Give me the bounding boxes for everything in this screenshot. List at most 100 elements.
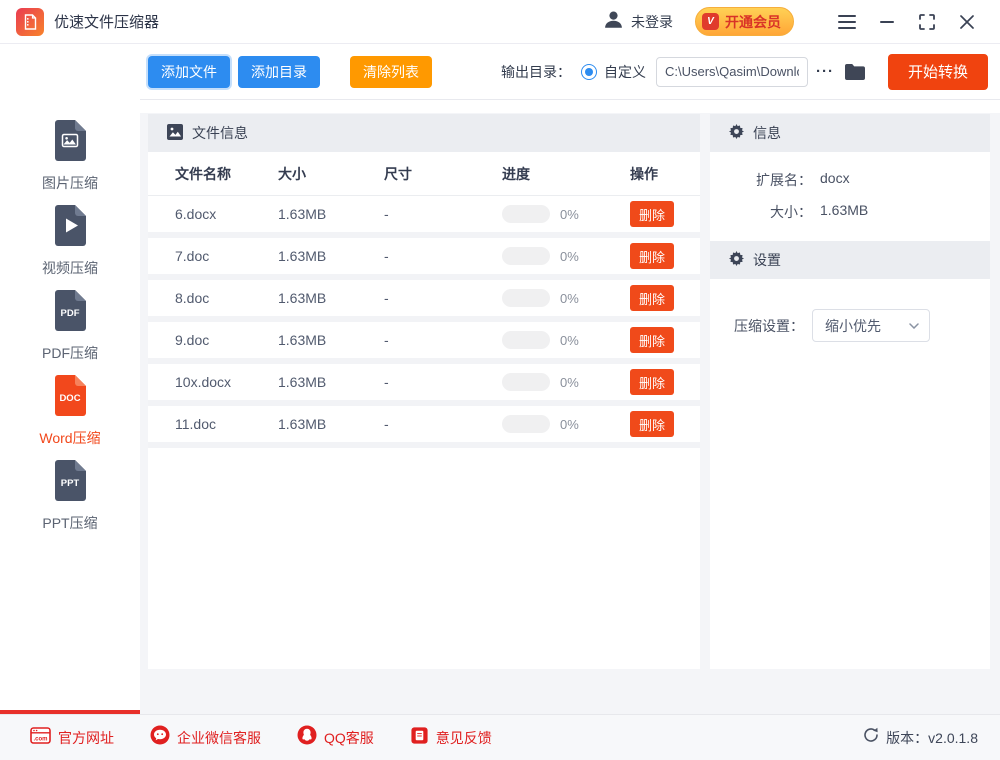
window-controls	[820, 9, 980, 35]
svg-text:DOC: DOC	[59, 393, 80, 404]
progress-bar	[502, 331, 550, 349]
svg-text:PPT: PPT	[61, 478, 80, 489]
delete-button[interactable]: 删除	[630, 201, 674, 227]
info-panel-header: 信息	[710, 114, 990, 152]
footer: .com 官方网址 企业微信客服 QQ客服 意见反馈 版本：v2.0.1.8	[0, 714, 1000, 760]
footer-link-official-site[interactable]: .com 官方网址	[30, 726, 114, 750]
info-body: 扩展名： docx 大小： 1.63MB	[710, 152, 990, 241]
file-dims: -	[384, 206, 389, 222]
progress-percent: 0%	[560, 248, 579, 264]
user-icon	[603, 9, 624, 35]
table-row: 6.docx 1.63MB - 0% 删除	[148, 196, 700, 238]
table-row: 10x.docx 1.63MB - 0% 删除	[148, 364, 700, 406]
file-info-panel: 文件信息 文件名称 大小 尺寸 进度 操作 6.docx 1.63MB - 0%…	[148, 114, 700, 669]
video-file-icon	[50, 203, 90, 252]
file-size: 1.63MB	[278, 206, 327, 222]
sidebar-item-ppt-compress[interactable]: PPT PPT压缩	[0, 458, 140, 543]
browse-more-button[interactable]: ···	[816, 63, 834, 80]
sidebar-item-label: PPT压缩	[42, 515, 98, 531]
delete-button[interactable]: 删除	[630, 411, 674, 437]
file-dims: -	[384, 248, 389, 264]
svg-text:PDF: PDF	[61, 308, 80, 319]
clear-list-button[interactable]: 清除列表	[350, 55, 432, 88]
sidebar-item-image-compress[interactable]: 图片压缩	[0, 118, 140, 203]
footer-link-wechat-service[interactable]: 企业微信客服	[150, 725, 261, 750]
footer-link-feedback[interactable]: 意见反馈	[410, 726, 492, 750]
file-info-panel-header: 文件信息	[148, 114, 700, 152]
sidebar-item-label: 图片压缩	[42, 175, 98, 191]
maximize-icon[interactable]	[914, 9, 940, 35]
progress-percent: 0%	[560, 416, 579, 432]
content-area: 文件信息 文件名称 大小 尺寸 进度 操作 6.docx 1.63MB - 0%…	[140, 101, 1000, 714]
col-action: 操作	[630, 165, 658, 182]
progress-percent: 0%	[560, 290, 579, 306]
file-dims: -	[384, 374, 389, 390]
info-field-value: 1.63MB	[820, 202, 869, 218]
app-logo-icon	[16, 7, 44, 36]
chevron-down-icon	[909, 322, 919, 329]
output-path-input[interactable]	[655, 56, 808, 87]
svg-text:.com: .com	[33, 736, 47, 742]
delete-button[interactable]: 删除	[630, 285, 674, 311]
version-label: 版本：v2.0.1.8	[886, 729, 978, 746]
compress-mode-select[interactable]: 缩小优先	[812, 309, 930, 342]
file-dims: -	[384, 416, 389, 432]
custom-radio[interactable]	[580, 63, 597, 80]
vip-icon: V	[702, 13, 719, 30]
sidebar-item-video-compress[interactable]: 视频压缩	[0, 203, 140, 288]
login-button[interactable]: 未登录	[603, 9, 673, 35]
footer-link-qq-service[interactable]: QQ客服	[297, 725, 374, 750]
col-dims: 尺寸	[384, 165, 412, 182]
file-name: 11.doc	[175, 416, 216, 432]
progress-bar	[502, 205, 550, 223]
table-column-header: 文件名称 大小 尺寸 进度 操作	[148, 152, 700, 196]
image-file-icon	[50, 118, 90, 167]
add-file-button[interactable]: 添加文件	[148, 55, 230, 88]
sidebar-item-word-compress[interactable]: DOC Word压缩	[0, 373, 140, 458]
minimize-icon[interactable]	[874, 9, 900, 35]
sidebar-item-pdf-compress[interactable]: PDF PDF压缩	[0, 288, 140, 373]
info-settings-panel: 信息 扩展名： docx 大小： 1.63MB 设置 压缩设置： 缩小优先	[710, 114, 990, 669]
output-dir-label: 输出目录：	[500, 63, 571, 80]
delete-button[interactable]: 删除	[630, 243, 674, 269]
table-row: 9.doc 1.63MB - 0% 删除	[148, 322, 700, 364]
file-size: 1.63MB	[278, 332, 327, 348]
settings-body: 压缩设置： 缩小优先	[710, 279, 990, 342]
doc-file-icon: DOC	[50, 373, 90, 422]
sidebar: 图片压缩 视频压缩 PDF PDF压缩 DOC Word压缩 PPT PPT压缩	[0, 44, 140, 714]
custom-radio-label[interactable]: 自定义	[604, 62, 646, 82]
login-status: 未登录	[631, 13, 673, 30]
info-field-label: 大小：	[770, 204, 812, 220]
info-field-label: 扩展名：	[756, 172, 812, 188]
close-icon[interactable]	[954, 9, 980, 35]
open-folder-icon[interactable]	[844, 63, 866, 80]
progress-bar	[502, 373, 550, 391]
table-row: 8.doc 1.63MB - 0% 删除	[148, 280, 700, 322]
image-icon	[167, 123, 183, 143]
file-size: 1.63MB	[278, 374, 327, 390]
start-convert-button[interactable]: 开始转换	[887, 53, 988, 90]
file-size: 1.63MB	[278, 248, 327, 264]
ppt-file-icon: PPT	[50, 458, 90, 507]
menu-icon[interactable]	[834, 9, 860, 35]
col-size: 大小	[278, 165, 306, 182]
delete-button[interactable]: 删除	[630, 327, 674, 353]
progress-percent: 0%	[560, 374, 579, 390]
info-field-value: docx	[820, 170, 850, 186]
add-directory-button[interactable]: 添加目录	[238, 55, 320, 88]
open-vip-button[interactable]: V 开通会员	[695, 7, 794, 36]
compress-mode-value: 缩小优先	[825, 317, 881, 334]
feedback-icon	[410, 726, 429, 750]
table-row: 7.doc 1.63MB - 0% 删除	[148, 238, 700, 280]
wechat-icon	[150, 725, 170, 750]
col-file-name: 文件名称	[175, 165, 231, 182]
delete-button[interactable]: 删除	[630, 369, 674, 395]
progress-bar	[502, 415, 550, 433]
file-name: 8.doc	[175, 290, 210, 306]
content-top-strip	[140, 101, 1000, 113]
file-size: 1.63MB	[278, 290, 327, 306]
settings-panel-header: 设置	[710, 241, 990, 279]
file-dims: -	[384, 332, 389, 348]
update-refresh-icon[interactable]	[863, 727, 879, 748]
sidebar-item-label: Word压缩	[39, 430, 101, 446]
